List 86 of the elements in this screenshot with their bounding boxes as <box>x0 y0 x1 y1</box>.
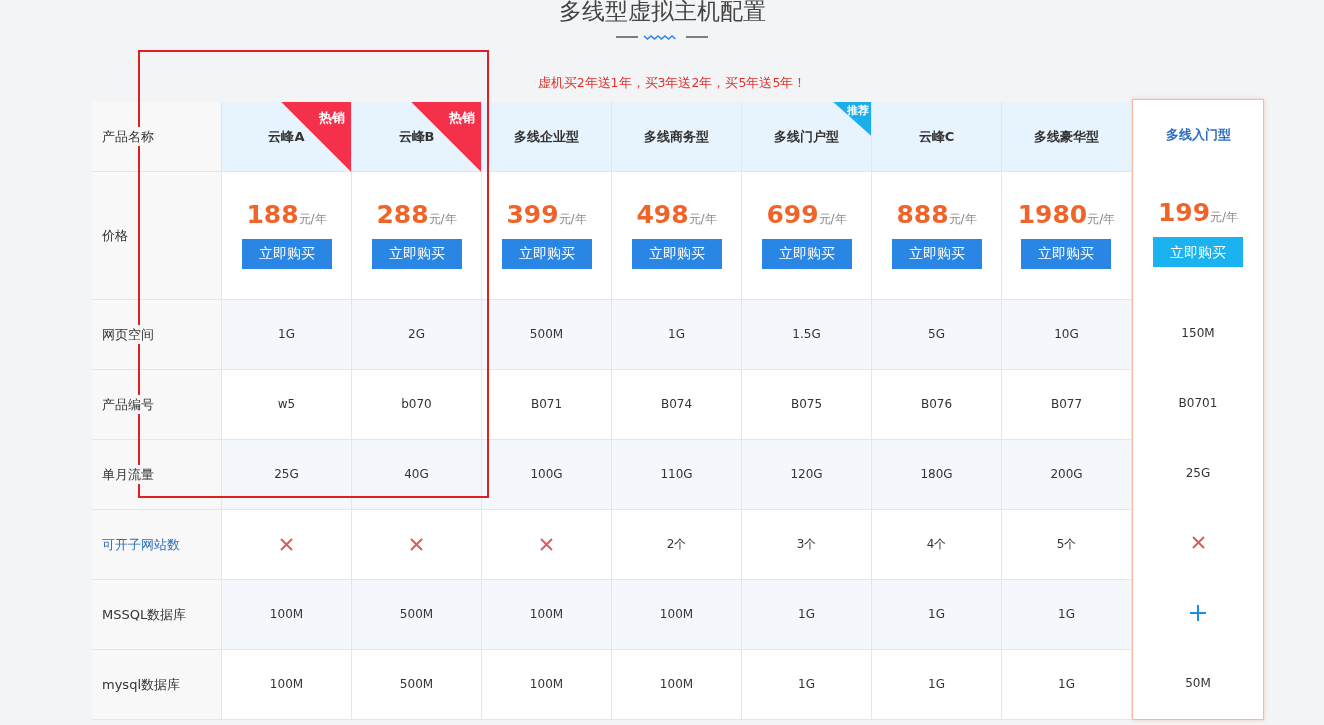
spec-value: b070 <box>401 396 432 414</box>
price-amount: 188 <box>246 199 299 229</box>
buy-button[interactable]: 立即购买 <box>1153 237 1243 268</box>
spec-value: 150M <box>1181 324 1215 342</box>
spec-value: 100M <box>659 676 694 694</box>
buy-button[interactable]: 立即购买 <box>891 238 982 269</box>
price-unit: 元/年 <box>818 211 847 226</box>
price-unit: 元/年 <box>1210 210 1239 225</box>
spec-value: 25G <box>274 466 299 484</box>
spec-value: 1G <box>1058 606 1075 624</box>
spec-value: 25G <box>1185 464 1211 482</box>
cross-icon <box>540 537 553 551</box>
spec-value: 4个 <box>926 536 947 554</box>
spec-value: 2G <box>408 326 425 344</box>
price-unit: 元/年 <box>1087 211 1116 226</box>
spec-value: B076 <box>920 396 953 414</box>
price-unit: 元/年 <box>688 211 717 226</box>
spec-value: 100M <box>269 676 304 694</box>
price-unit: 元/年 <box>298 211 327 226</box>
spec-value: 1G <box>668 326 685 344</box>
price-amount: 1980 <box>1017 199 1088 229</box>
product-name: 多线企业型 <box>514 127 579 146</box>
spec-value: B0701 <box>1178 394 1218 412</box>
spec-value: 50M <box>1185 674 1211 692</box>
price-unit: 元/年 <box>948 211 977 226</box>
title-divider-icon <box>616 32 708 42</box>
buy-button[interactable]: 立即购买 <box>241 238 332 269</box>
row-label: 产品名称 <box>102 126 154 146</box>
buy-button[interactable]: 立即购买 <box>501 238 592 269</box>
price-amount: 288 <box>376 199 429 229</box>
spec-value: 120G <box>790 466 823 484</box>
row-label: 产品编号 <box>102 394 154 414</box>
cross-icon <box>280 537 293 551</box>
spec-value: 1G <box>928 676 945 694</box>
spec-value: B074 <box>660 396 693 414</box>
spec-value: 40G <box>404 466 429 484</box>
spec-value: 2个 <box>666 536 687 554</box>
product-name: 多线商务型 <box>644 127 709 146</box>
promo-text: 虚机买2年送1年，买3年送2年，买5年送5年！ <box>536 74 808 92</box>
spec-value: 5个 <box>1056 536 1077 554</box>
cross-icon <box>410 537 423 551</box>
spec-value: 100M <box>529 676 564 694</box>
spec-value: B071 <box>530 396 563 414</box>
spec-value: 10G <box>1054 326 1079 344</box>
price-unit: 元/年 <box>428 211 457 226</box>
product-name: 多线入门型 <box>1165 126 1231 144</box>
spec-value: B075 <box>790 396 823 414</box>
spec-value: 1.5G <box>792 326 821 344</box>
buy-button[interactable]: 立即购买 <box>631 238 722 269</box>
price-amount: 199 <box>1157 198 1211 228</box>
product-name: 云峰C <box>918 127 955 146</box>
spec-value: 1G <box>1058 676 1075 694</box>
spec-value: 500M <box>399 606 434 624</box>
spec-value: 100M <box>269 606 304 624</box>
spec-value: 100M <box>529 606 564 624</box>
product-name: 云峰B <box>398 127 435 146</box>
spec-value: 1G <box>798 606 815 624</box>
spec-value: 100M <box>659 606 694 624</box>
spec-value: 500M <box>399 676 434 694</box>
cross-icon <box>1191 536 1205 550</box>
spec-value: 100G <box>530 466 563 484</box>
spec-value: 1G <box>928 606 945 624</box>
spec-value: 1G <box>798 676 815 694</box>
row-label: 网页空间 <box>102 324 154 344</box>
price-amount: 399 <box>506 199 559 229</box>
spec-value: 110G <box>660 466 693 484</box>
product-name: 云峰A <box>268 127 305 146</box>
plus-icon <box>1190 604 1206 621</box>
spec-value: 5G <box>928 326 945 344</box>
row-label: 单月流量 <box>102 464 154 484</box>
price-amount: 699 <box>766 199 819 229</box>
product-name: 多线豪华型 <box>1034 127 1099 146</box>
buy-button[interactable]: 立即购买 <box>371 238 462 269</box>
price-amount: 888 <box>896 199 949 229</box>
buy-button[interactable]: 立即购买 <box>1021 238 1112 269</box>
spec-value: 1G <box>278 326 295 344</box>
spec-value: 500M <box>529 326 564 344</box>
spec-value: 180G <box>920 466 953 484</box>
buy-button[interactable]: 立即购买 <box>761 238 852 269</box>
price-unit: 元/年 <box>558 211 587 226</box>
spec-value: 200G <box>1050 466 1083 484</box>
spec-value: 3个 <box>796 536 817 554</box>
spec-value: B077 <box>1050 396 1083 414</box>
price-amount: 498 <box>636 199 689 229</box>
spec-value: w5 <box>277 396 296 414</box>
page-title: 多线型虚拟主机配置 <box>557 0 767 26</box>
